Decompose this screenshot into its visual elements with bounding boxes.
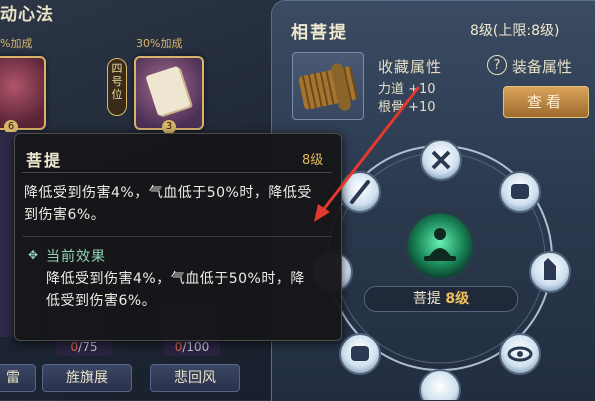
equip-attr-link[interactable]: 装备属性: [512, 56, 572, 77]
position-badge: 四号位: [107, 58, 127, 116]
attr-line: 力道 +10: [378, 82, 436, 97]
count-total: /100: [182, 340, 210, 354]
page-title: 动心法: [0, 5, 54, 25]
item-title: 相菩提: [291, 23, 348, 43]
item-level: 8级(上限:8级): [470, 23, 560, 39]
tooltip-title: 菩提: [26, 151, 63, 170]
center-skill-label: 菩提 8级: [364, 286, 518, 312]
divider: [22, 172, 332, 173]
ring-node-fist-2[interactable]: [339, 333, 381, 375]
slot-bonus-label: 30%加成: [136, 37, 183, 50]
center-skill-name: 菩提: [412, 291, 441, 307]
ring-node-bottom[interactable]: [419, 369, 461, 400]
tooltip-level: 8级: [302, 153, 324, 168]
item-image[interactable]: [292, 52, 364, 120]
ring-node-fist[interactable]: [499, 171, 541, 213]
current-effect-text: 降低受到伤害4%，气血低于50%时，降低受到伤害6%。: [46, 271, 305, 309]
current-effect-label: 当前效果: [46, 249, 106, 265]
skill-card[interactable]: 3: [134, 56, 204, 134]
card-rank-badge: 3: [162, 120, 176, 134]
center-skill-level: 8级: [445, 291, 470, 307]
skill-tab[interactable]: 雷: [0, 364, 36, 392]
center-skill-node[interactable]: [404, 210, 476, 282]
progress-count: 0/75: [56, 340, 112, 356]
ring-node-hand[interactable]: [529, 251, 571, 293]
skill-tab[interactable]: 悲回风: [150, 364, 240, 392]
skill-tab[interactable]: 旌旗展: [42, 364, 132, 392]
view-button[interactable]: 查看: [503, 86, 589, 118]
collect-attr-heading: 收藏属性: [378, 58, 443, 76]
divider: [22, 236, 332, 237]
count-current: 0: [70, 340, 79, 354]
count-total: /75: [78, 340, 98, 354]
progress-count: 0/100: [164, 340, 220, 356]
tooltip-description: 降低受到伤害4%，气血低于50%时，降低受到伤害6%。: [24, 185, 312, 223]
slot-bonus-label: %加成: [0, 37, 33, 50]
diamond-bullet-icon: ✥: [28, 248, 39, 262]
attr-line: 根骨 +10: [378, 100, 436, 115]
help-icon[interactable]: ?: [487, 55, 507, 75]
ring-node-knot[interactable]: [420, 140, 462, 181]
skill-card[interactable]: 6: [0, 56, 46, 134]
scroll-icon: [145, 65, 191, 117]
ring-node-eye[interactable]: [499, 333, 541, 375]
ring-node-sword[interactable]: [339, 171, 381, 213]
